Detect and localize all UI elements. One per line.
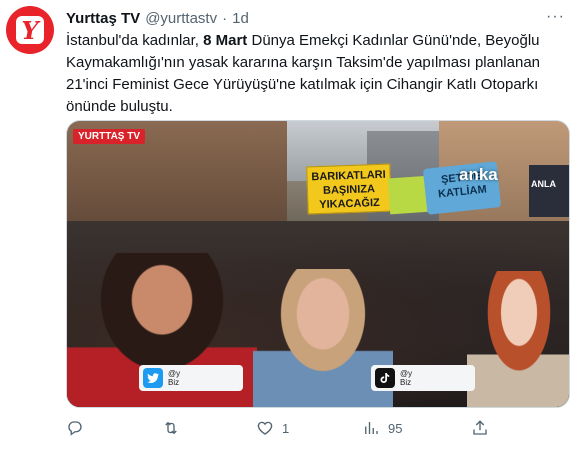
reply-button[interactable] — [66, 418, 92, 438]
author-name[interactable]: Yurttaş TV — [66, 10, 140, 27]
like-count: 1 — [282, 420, 290, 436]
tiktok-handle-tag: @y Biz — [371, 365, 475, 391]
retweet-icon — [165, 421, 177, 435]
share-button[interactable] — [471, 418, 489, 438]
retweet-button[interactable] — [162, 418, 188, 438]
more-options-icon[interactable]: ··· — [546, 8, 565, 26]
channel-logo-badge: YURTTAŞ TV — [73, 129, 146, 144]
tiktok-tag-label: Biz — [400, 378, 412, 387]
protest-sign-yellow: BARIKATLARI BAŞINIZA YIKACAĞIZ — [306, 163, 392, 215]
twitter-tag-label: Biz — [168, 378, 180, 387]
author-handle[interactable]: @yurttastv — [145, 10, 217, 27]
avatar[interactable]: Y — [6, 6, 54, 54]
separator-dot: · — [222, 9, 228, 27]
share-upload-icon — [473, 420, 487, 435]
views-button[interactable]: 95 — [362, 418, 402, 438]
tweet-header: Yurttaş TV @yurttastv · 1d — [66, 8, 567, 28]
timestamp[interactable]: 1d — [232, 10, 249, 27]
tweet-text-part1: İstanbul'da kadınlar, — [66, 32, 204, 49]
protest-sign-dark: ANLA — [529, 165, 569, 217]
tweet-actions: 1 95 — [66, 418, 496, 438]
twitter-handle-tag: @y Biz — [139, 365, 243, 391]
analytics-bars-icon — [365, 422, 378, 434]
reply-icon — [68, 421, 82, 436]
tiktok-tag-handle: @y — [400, 369, 413, 378]
tweet-media-video[interactable]: BARIKATLARI BAŞINIZA YIKACAĞIZ ŞET DE KA… — [66, 120, 570, 408]
twitter-tag-handle: @y — [168, 369, 181, 378]
anka-watermark: anka — [459, 165, 498, 184]
tweet-text-bold: 8 Mart — [203, 32, 248, 49]
views-count: 95 — [388, 420, 403, 436]
tweet-text: İstanbul'da kadınlar, 8 Mart Dünya Emekç… — [66, 30, 566, 118]
heart-icon — [257, 421, 273, 435]
yurttas-logo-icon: Y — [16, 16, 44, 45]
tiktok-icon — [375, 368, 395, 388]
like-button[interactable]: 1 — [256, 418, 289, 438]
media-person-right — [467, 271, 569, 407]
twitter-bird-icon — [143, 368, 163, 388]
